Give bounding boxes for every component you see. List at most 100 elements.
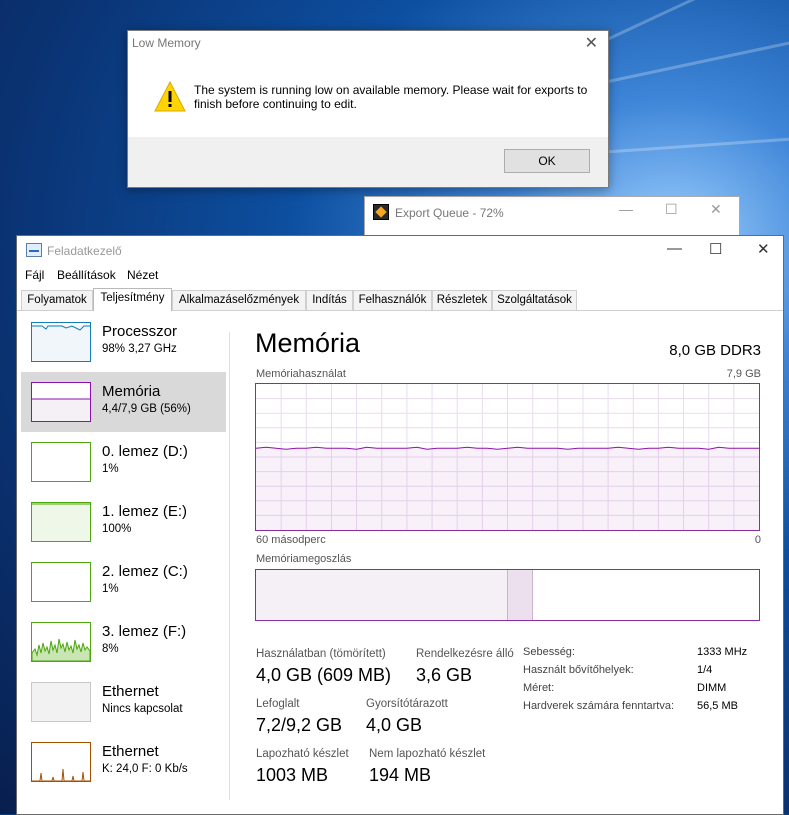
- graph-time-left: 60 másodperc: [256, 534, 326, 546]
- dialog-message: The system is running low on available m…: [194, 83, 588, 111]
- memory-detail-pane: Memória 8,0 GB DDR3 Memóriahasználat 7,9…: [255, 312, 761, 814]
- export-queue-window[interactable]: Export Queue - 72% — ☐ ✕: [364, 196, 740, 236]
- cpu-thumbnail: [31, 322, 91, 362]
- tab-app-history[interactable]: Alkalmazáselőzmények: [172, 290, 306, 310]
- dialog-close-button[interactable]: ✕: [585, 33, 598, 53]
- memory-usage-svg: [256, 384, 759, 530]
- ethernet-2-thumbnail: [31, 742, 91, 782]
- sidebar-item-cpu[interactable]: Processzor 98% 3,27 GHz: [21, 312, 226, 372]
- detail-label: Használt bővítőhelyek:: [523, 664, 634, 676]
- disk-f-mini-graph: [31, 638, 91, 662]
- memory-mini-graph: [32, 398, 90, 421]
- tab-startup[interactable]: Indítás: [306, 290, 353, 310]
- tab-performance[interactable]: Teljesítmény: [93, 288, 172, 311]
- minimize-button[interactable]: —: [667, 240, 682, 257]
- cached-value: 4,0 GB: [366, 715, 423, 735]
- sidebar-item-sub: 4,4/7,9 GB (56%): [102, 403, 191, 415]
- task-manager-window: Feladatkezelő — ☐ ✕ Fájl Beállítások Néz…: [16, 235, 784, 815]
- graph-time-right: 0: [754, 534, 761, 546]
- disk-f-thumbnail: [31, 622, 91, 662]
- export-app-icon: [373, 204, 389, 220]
- detail-label: Sebesség:: [523, 646, 575, 658]
- detail-label: Méret:: [523, 682, 555, 694]
- sidebar-item-label: Ethernet: [102, 743, 159, 760]
- memory-usage-graph: [255, 383, 760, 531]
- ethernet-2-mini-graph: [32, 768, 90, 782]
- disk-e-mini-graph: [32, 503, 90, 505]
- usage-area: [256, 447, 759, 530]
- sidebar-item-label: Ethernet: [102, 683, 159, 700]
- tab-details[interactable]: Részletek: [432, 290, 492, 310]
- paged-pool-value: 1003 MB: [256, 765, 329, 785]
- menu-file[interactable]: Fájl: [25, 268, 44, 282]
- tab-strip: Folyamatok Teljesítmény Alkalmazáselőzmé…: [17, 288, 783, 311]
- memory-total: 8,0 GB DDR3: [669, 342, 761, 359]
- minimize-button[interactable]: —: [619, 201, 633, 217]
- disk-e-thumbnail: [31, 502, 91, 542]
- sidebar-item-disk-c[interactable]: 2. lemez (C:) 1%: [21, 552, 226, 612]
- detail-value: 56,5 MB: [697, 700, 738, 712]
- detail-label: Hardverek számára fenntartva:: [523, 700, 675, 712]
- sidebar-item-disk-f[interactable]: 3. lemez (F:) 8%: [21, 612, 226, 672]
- sidebar-item-memory[interactable]: Memória 4,4/7,9 GB (56%): [21, 372, 226, 432]
- sidebar-item-sub: 98% 3,27 GHz: [102, 343, 177, 355]
- usage-graph-max: 7,9 GB: [726, 368, 761, 380]
- sidebar-item-sub: K: 24,0 F: 0 Kb/s: [102, 763, 188, 775]
- sidebar-item-sub: 8%: [102, 643, 119, 655]
- title-bar[interactable]: Feladatkezelő — ☐ ✕: [17, 236, 783, 266]
- tab-services[interactable]: Szolgáltatások: [492, 290, 577, 310]
- ethernet-1-thumbnail: [31, 682, 91, 722]
- pane-divider: [229, 332, 230, 800]
- tab-processes[interactable]: Folyamatok: [21, 290, 93, 310]
- committed-label: Lefoglalt: [256, 698, 300, 710]
- detail-value: DIMM: [697, 682, 727, 694]
- low-memory-dialog: Low Memory ✕ The system is running low o…: [127, 30, 609, 188]
- tab-users[interactable]: Felhasználók: [353, 290, 432, 310]
- sidebar-item-disk-e[interactable]: 1. lemez (E:) 100%: [21, 492, 226, 552]
- sidebar-item-disk-d[interactable]: 0. lemez (D:) 1%: [21, 432, 226, 492]
- detail-value: 1333 MHz: [697, 646, 748, 658]
- menu-options[interactable]: Beállítások: [57, 268, 116, 282]
- sidebar-item-sub: 1%: [102, 583, 119, 595]
- window-title: Feladatkezelő: [47, 244, 122, 258]
- sidebar-item-ethernet-1[interactable]: Ethernet Nincs kapcsolat: [21, 672, 226, 732]
- export-window-title: Export Queue - 72%: [395, 206, 504, 220]
- close-button[interactable]: ✕: [710, 201, 722, 218]
- page-title: Memória: [255, 328, 361, 358]
- performance-sidebar: Processzor 98% 3,27 GHz Memória 4,4/7,9 …: [17, 312, 229, 814]
- usage-graph-label: Memóriahasználat: [256, 368, 346, 380]
- sidebar-item-label: 1. lemez (E:): [102, 503, 188, 520]
- composition-label: Memóriamegoszlás: [256, 553, 352, 565]
- in-use-label: Használatban (tömörített): [256, 648, 386, 660]
- sidebar-item-label: Memória: [102, 383, 161, 400]
- sidebar-item-ethernet-2[interactable]: Ethernet K: 24,0 F: 0 Kb/s: [21, 732, 226, 792]
- cpu-mini-graph: [32, 325, 90, 361]
- menu-view[interactable]: Nézet: [127, 268, 158, 282]
- disk-d-thumbnail: [31, 442, 91, 482]
- composition-modified: [508, 570, 533, 620]
- maximize-button[interactable]: ☐: [709, 240, 722, 258]
- task-manager-icon: [26, 243, 42, 257]
- dialog-footer: OK: [128, 137, 608, 187]
- sidebar-item-sub: 1%: [102, 463, 119, 475]
- composition-in-use: [256, 570, 508, 620]
- sidebar-item-label: 2. lemez (C:): [102, 563, 188, 580]
- sidebar-item-label: Processzor: [102, 323, 178, 340]
- ok-button[interactable]: OK: [504, 149, 590, 173]
- nonpaged-pool-label: Nem lapozható készlet: [369, 748, 486, 760]
- detail-value: 1/4: [697, 664, 713, 676]
- committed-value: 7,2/9,2 GB: [256, 715, 343, 735]
- maximize-button[interactable]: ☐: [665, 201, 678, 218]
- available-label: Rendelkezésre álló: [416, 648, 514, 660]
- paged-pool-label: Lapozható készlet: [256, 748, 349, 760]
- sidebar-item-label: 3. lemez (F:): [102, 623, 187, 640]
- warning-icon: [154, 81, 186, 112]
- sidebar-item-sub: 100%: [102, 523, 132, 535]
- in-use-value: 4,0 GB (609 MB): [256, 665, 392, 685]
- cached-label: Gyorsítótárazott: [366, 698, 448, 710]
- nonpaged-pool-value: 194 MB: [369, 765, 432, 785]
- sidebar-item-sub: Nincs kapcsolat: [102, 703, 183, 715]
- memory-thumbnail: [31, 382, 91, 422]
- disk-c-thumbnail: [31, 562, 91, 602]
- close-button[interactable]: ✕: [757, 240, 770, 258]
